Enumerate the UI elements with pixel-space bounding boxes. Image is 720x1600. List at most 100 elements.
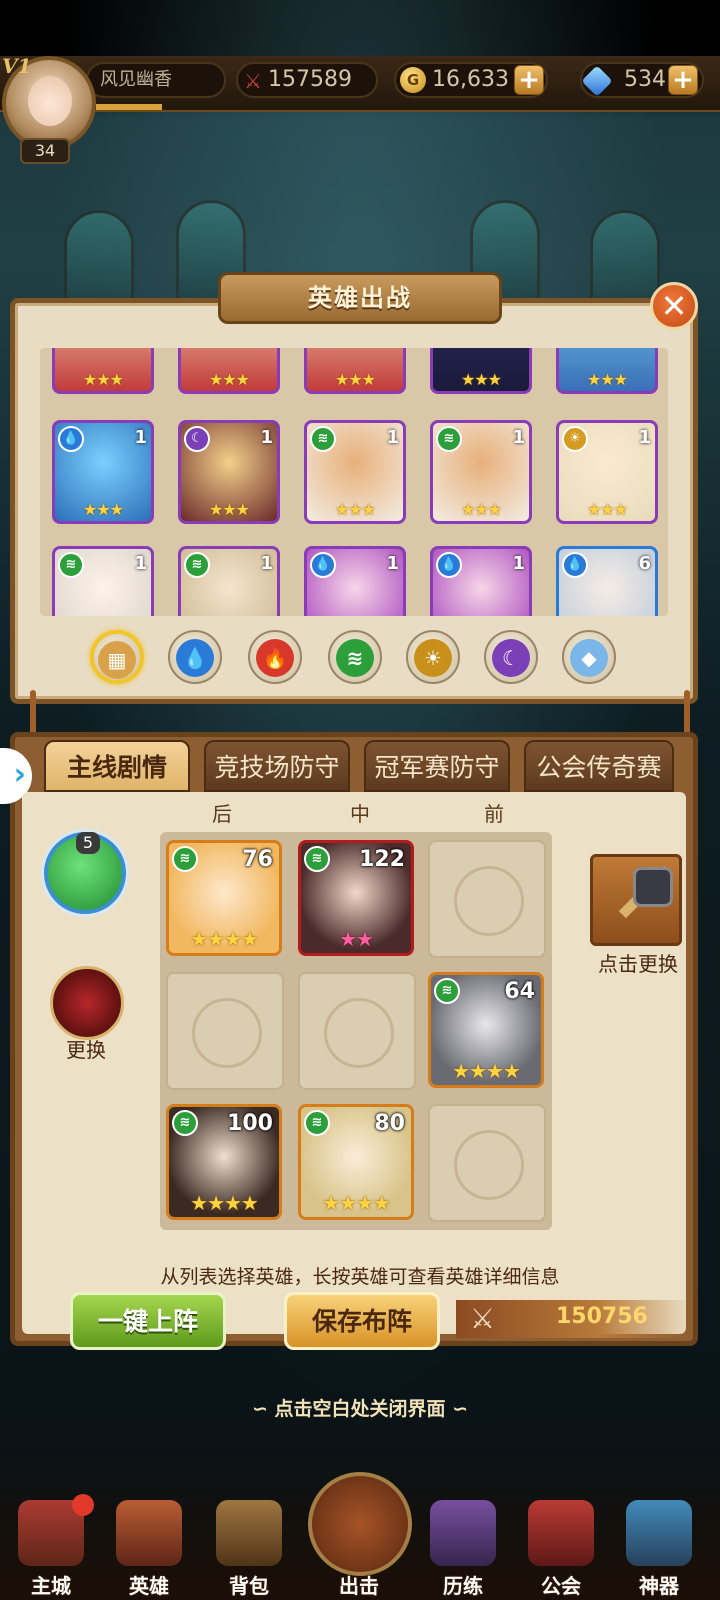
hero-card[interactable]: ≋ 1 ★★★ — [304, 420, 406, 524]
nav-trials[interactable]: 历练 — [418, 1500, 508, 1600]
hero-card[interactable]: ★★★ — [178, 348, 280, 394]
nav-bag[interactable]: 背包 — [204, 1500, 294, 1600]
tab-championship-defense[interactable]: 冠军赛防守 — [364, 740, 510, 792]
empty-formation-slot[interactable] — [298, 972, 416, 1090]
nav-label: 神器 — [639, 1574, 679, 1598]
wind-element-icon: ≋ — [184, 552, 210, 578]
sun-element-icon: ☀ — [414, 639, 452, 677]
water-element-icon: 💧 — [562, 552, 588, 578]
nav-heroes[interactable]: 英雄 — [104, 1500, 194, 1600]
crossed-swords-icon: ⚔ — [470, 1302, 496, 1335]
hero-stars: ★★★ — [82, 370, 124, 389]
formation-power-bar: ⚔ 150756 — [456, 1300, 692, 1338]
row-label-middle: 中 — [350, 802, 370, 826]
filter-sun-button[interactable]: ☀ — [406, 630, 460, 684]
hero-stars: ★★★★ — [190, 1191, 259, 1215]
change-artifact-label[interactable]: 点击更换 — [598, 948, 678, 977]
hero-card[interactable]: ☀ 1 ★★★ — [556, 420, 658, 524]
hero-card[interactable]: ★★★ — [52, 348, 154, 394]
filter-special-button[interactable]: ◆ — [562, 630, 616, 684]
wind-element-orb-icon[interactable]: 5 — [44, 832, 126, 914]
nav-battle[interactable]: 出击 — [314, 1500, 404, 1600]
backpack-icon — [216, 1500, 282, 1566]
filter-all-button[interactable]: ▦ — [90, 630, 144, 684]
formation-hero[interactable]: ≋ 100 ★★★★ — [166, 1104, 282, 1220]
formation-hero[interactable]: ≋ 76 ★★★★ — [166, 840, 282, 956]
wind-element-icon: ≋ — [310, 426, 336, 452]
auto-deploy-button[interactable]: 一键上阵 — [70, 1292, 226, 1350]
empty-formation-slot[interactable] — [428, 840, 546, 958]
grid-icon: ▦ — [98, 641, 136, 679]
empty-formation-slot[interactable] — [428, 1104, 546, 1222]
water-element-icon: 💧 — [176, 639, 214, 677]
hero-card[interactable]: 💧 6 — [556, 546, 658, 616]
shield-icon — [528, 1500, 594, 1566]
filter-moon-button[interactable]: ☾ — [484, 630, 538, 684]
formation-hero[interactable]: ≋ 122 ★★ — [298, 840, 414, 956]
hero-stars: ★★★★ — [322, 1191, 391, 1215]
empty-formation-slot[interactable] — [166, 972, 284, 1090]
hero-card[interactable]: ≋ 1 ★★★ — [430, 420, 532, 524]
hero-card[interactable]: ≋ 1 — [178, 546, 280, 616]
tab-arena-defense[interactable]: 竞技场防守 — [204, 740, 350, 792]
hero-icon — [116, 1500, 182, 1566]
hero-stars: ★★★ — [334, 370, 376, 389]
sword-icon: ⚔ — [244, 69, 262, 93]
nav-artifact[interactable]: 神器 — [614, 1500, 704, 1600]
add-gem-button[interactable]: + — [668, 65, 698, 95]
wind-element-icon: ≋ — [58, 552, 84, 578]
rune-circle-icon — [324, 998, 394, 1068]
artifact-hammer-icon[interactable] — [590, 854, 682, 946]
hero-count: 6 — [638, 553, 651, 574]
formation-hero[interactable]: ≋ 80 ★★★★ — [298, 1104, 414, 1220]
hero-card[interactable]: ★★★ — [304, 348, 406, 394]
hero-stars: ★★★★ — [190, 927, 259, 951]
filter-water-button[interactable]: 💧 — [168, 630, 222, 684]
filter-fire-button[interactable]: 🔥 — [248, 630, 302, 684]
hero-stars: ★★★ — [460, 500, 502, 519]
crystal-icon — [626, 1500, 692, 1566]
close-button[interactable]: ✕ — [650, 282, 698, 330]
hero-card[interactable]: ★★★ — [430, 348, 532, 394]
rune-circle-icon — [454, 1130, 524, 1200]
element-filter-bar: ▦ 💧 🔥 ≋ ☀ ☾ ◆ — [88, 628, 648, 688]
gem-value: 534 — [624, 67, 666, 92]
water-element-icon: 💧 — [436, 552, 462, 578]
hero-stars: ★★★ — [586, 370, 628, 389]
filter-wind-button[interactable]: ≋ — [328, 630, 382, 684]
add-gold-button[interactable]: + — [514, 65, 544, 95]
avatar-face — [28, 76, 72, 126]
dialog-title: 英雄出战 — [218, 272, 502, 324]
vip-level: V1 — [2, 54, 32, 78]
close-hint-text[interactable]: ∽ 点击空白处关闭界面 ∽ — [0, 1394, 720, 1421]
hero-card[interactable]: 💧 1 — [304, 546, 406, 616]
hero-card[interactable]: 💧 1 — [430, 546, 532, 616]
tab-guild-legend[interactable]: 公会传奇赛 — [524, 740, 674, 792]
nav-guild[interactable]: 公会 — [516, 1500, 606, 1600]
gold-value: 16,633 — [432, 67, 509, 92]
hero-level: 64 — [504, 979, 535, 1004]
nav-label: 公会 — [541, 1574, 581, 1598]
hero-count: 1 — [260, 553, 273, 574]
hero-stars: ★★★ — [586, 500, 628, 519]
hero-level: 76 — [242, 847, 273, 872]
hero-count: 1 — [512, 553, 525, 574]
hero-card[interactable]: ★★★ — [556, 348, 658, 394]
change-formation-label[interactable]: 更换 — [66, 1034, 106, 1063]
fire-element-icon: 🔥 — [256, 639, 294, 677]
gold-coin-icon: G — [400, 67, 426, 93]
moon-element-icon: ☾ — [492, 639, 530, 677]
hero-card[interactable]: 💧 1 ★★★ — [52, 420, 154, 524]
hero-card[interactable]: ☾ 1 ★★★ — [178, 420, 280, 524]
hero-count: 1 — [134, 427, 147, 448]
wind-element-icon: ≋ — [172, 846, 198, 872]
rune-circle-icon — [192, 998, 262, 1068]
hero-card[interactable]: ≋ 1 — [52, 546, 154, 616]
hero-list[interactable]: ★★★ ★★★ ★★★ ★★★ ★★★ 💧 1 ★★★ ☾ 1 ★★★ ≋ 1 … — [40, 348, 668, 616]
save-formation-button[interactable]: 保存布阵 — [284, 1292, 440, 1350]
wind-element-icon: ≋ — [304, 1110, 330, 1136]
hero-level: 122 — [359, 847, 405, 872]
formation-hero[interactable]: ≋ 64 ★★★★ — [428, 972, 544, 1088]
formation-change-icon[interactable] — [50, 966, 124, 1040]
tab-main-story[interactable]: 主线剧情 — [44, 740, 190, 792]
